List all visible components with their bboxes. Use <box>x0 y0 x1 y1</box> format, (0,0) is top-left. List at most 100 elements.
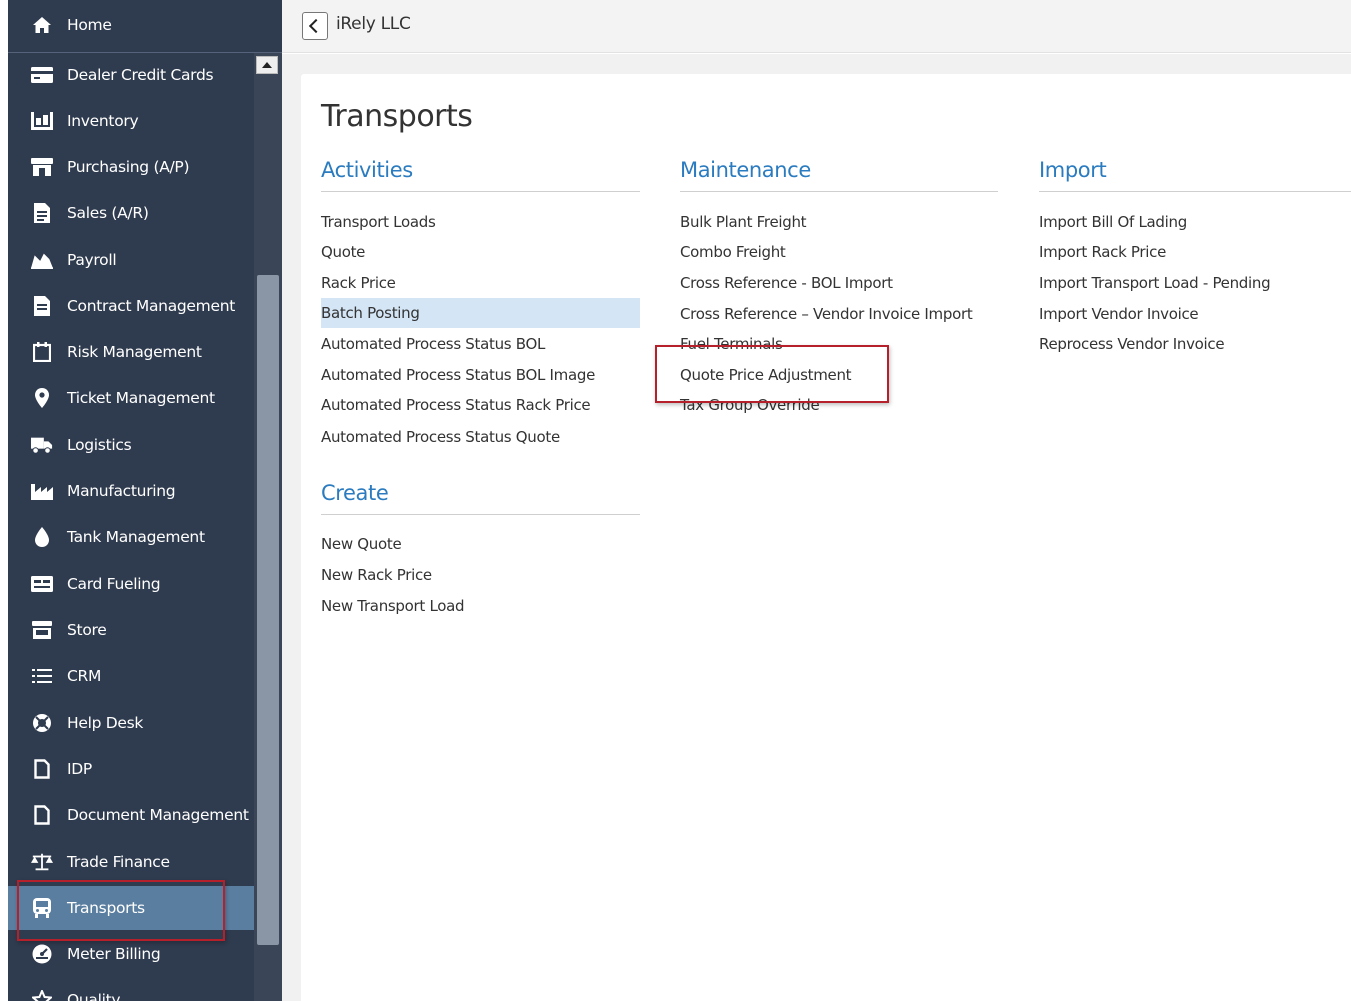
sidebar-item-logistics[interactable]: Logistics <box>8 423 254 467</box>
sidebar-item-inventory[interactable]: Inventory <box>8 99 254 143</box>
store-icon <box>31 619 53 641</box>
back-button[interactable] <box>302 12 328 40</box>
inventory-icon <box>31 110 53 132</box>
sidebar-item-label: Logistics <box>67 436 132 454</box>
drop-icon <box>31 526 53 548</box>
sidebar-item-home[interactable]: Home <box>8 4 282 46</box>
section-title-maintenance: Maintenance <box>680 158 811 182</box>
sidebar-item-card-fueling[interactable]: Card Fueling <box>8 562 254 606</box>
link-automated-process-status-quote[interactable]: Automated Process Status Quote <box>321 426 560 448</box>
list-icon <box>31 665 53 687</box>
file-icon <box>31 758 53 780</box>
link-import-rack-price[interactable]: Import Rack Price <box>1039 241 1166 263</box>
card-fueling-icon <box>31 573 53 595</box>
link-new-rack-price[interactable]: New Rack Price <box>321 564 432 586</box>
section-title-import: Import <box>1039 158 1107 182</box>
scroll-up-arrow-icon[interactable] <box>256 56 278 74</box>
sidebar-item-label: Payroll <box>67 251 117 269</box>
sidebar-item-label: Card Fueling <box>67 575 161 593</box>
credit-card-icon <box>31 64 53 86</box>
link-import-bill-of-lading[interactable]: Import Bill Of Lading <box>1039 211 1187 233</box>
meter-icon <box>31 943 53 965</box>
sidebar-item-label: Contract Management <box>67 297 236 315</box>
highlight-box-quote-price-adjustment <box>655 345 889 403</box>
section-divider <box>680 191 998 192</box>
sidebar-item-dealer-credit-cards[interactable]: Dealer Credit Cards <box>8 53 254 97</box>
link-import-transport-load-pending[interactable]: Import Transport Load - Pending <box>1039 272 1271 294</box>
document-icon <box>31 804 53 826</box>
map-pin-icon <box>31 387 53 409</box>
contract-icon <box>31 295 53 317</box>
section-divider <box>321 191 640 192</box>
sidebar-item-label: CRM <box>67 667 102 685</box>
sidebar-item-label: Manufacturing <box>67 482 176 500</box>
page-title: Transports <box>321 99 473 134</box>
section-divider <box>321 514 640 515</box>
sidebar-item-purchasing[interactable]: Purchasing (A/P) <box>8 145 254 189</box>
sidebar-item-help-desk[interactable]: Help Desk <box>8 701 254 745</box>
sidebar-item-label: Help Desk <box>67 714 144 732</box>
sales-icon <box>31 202 53 224</box>
scrollbar-thumb[interactable] <box>257 275 279 945</box>
link-cross-reference-vendor-invoice-import[interactable]: Cross Reference – Vendor Invoice Import <box>680 303 973 325</box>
link-automated-process-status-bol[interactable]: Automated Process Status BOL <box>321 333 545 355</box>
payroll-icon <box>31 249 53 271</box>
link-new-quote[interactable]: New Quote <box>321 533 402 555</box>
link-rack-price[interactable]: Rack Price <box>321 272 396 294</box>
sidebar-item-label: IDP <box>67 760 92 778</box>
section-title-activities: Activities <box>321 158 413 182</box>
scale-icon <box>31 851 53 873</box>
sidebar-item-label: Meter Billing <box>67 945 161 963</box>
truck-icon <box>31 434 53 456</box>
sidebar-item-label: Purchasing (A/P) <box>67 158 190 176</box>
sidebar-item-document-management[interactable]: Document Management <box>8 793 254 837</box>
link-reprocess-vendor-invoice[interactable]: Reprocess Vendor Invoice <box>1039 333 1225 355</box>
sidebar-item-sales[interactable]: Sales (A/R) <box>8 191 254 235</box>
section-title-create: Create <box>321 481 389 505</box>
sidebar-item-crm[interactable]: CRM <box>8 654 254 698</box>
highlight-box-transports <box>17 880 225 941</box>
content-panel <box>301 74 1351 1001</box>
sidebar-item-manufacturing[interactable]: Manufacturing <box>8 469 254 513</box>
sidebar-item-label: Document Management <box>67 806 249 824</box>
link-import-vendor-invoice[interactable]: Import Vendor Invoice <box>1039 303 1199 325</box>
link-quote[interactable]: Quote <box>321 241 365 263</box>
sidebar-item-contract-management[interactable]: Contract Management <box>8 284 254 328</box>
sidebar-item-trade-finance[interactable]: Trade Finance <box>8 840 254 884</box>
sidebar-item-label: Home <box>67 16 112 34</box>
link-automated-process-status-rack-price[interactable]: Automated Process Status Rack Price <box>321 394 591 416</box>
header-bar: iRely LLC <box>282 0 1351 53</box>
sidebar-item-ticket-management[interactable]: Ticket Management <box>8 376 254 420</box>
link-combo-freight[interactable]: Combo Freight <box>680 241 786 263</box>
sidebar-item-risk-management[interactable]: Risk Management <box>8 330 254 374</box>
lifebuoy-icon <box>31 712 53 734</box>
sidebar: Home Dealer Credit Cards Inventory Purch… <box>0 0 282 1001</box>
sidebar-menu: Dealer Credit Cards Inventory Purchasing… <box>8 53 254 1001</box>
sidebar-item-label: Trade Finance <box>67 853 170 871</box>
star-icon <box>31 989 53 1001</box>
link-transport-loads[interactable]: Transport Loads <box>321 211 436 233</box>
sidebar-item-store[interactable]: Store <box>8 608 254 652</box>
sidebar-item-tank-management[interactable]: Tank Management <box>8 515 254 559</box>
link-automated-process-status-bol-image[interactable]: Automated Process Status BOL Image <box>321 364 595 386</box>
link-bulk-plant-freight[interactable]: Bulk Plant Freight <box>680 211 807 233</box>
sidebar-item-label: Ticket Management <box>67 389 215 407</box>
sidebar-item-label: Quality <box>67 991 121 1001</box>
link-batch-posting[interactable]: Batch Posting <box>321 298 640 328</box>
sidebar-item-payroll[interactable]: Payroll <box>8 238 254 282</box>
sidebar-scrollbar[interactable] <box>254 53 282 1001</box>
sidebar-item-quality[interactable]: Quality <box>8 978 254 1001</box>
sidebar-item-label: Store <box>67 621 107 639</box>
company-name: iRely LLC <box>336 14 411 34</box>
sidebar-item-label: Tank Management <box>67 528 205 546</box>
link-new-transport-load[interactable]: New Transport Load <box>321 595 465 617</box>
risk-icon <box>31 341 53 363</box>
sidebar-item-label: Inventory <box>67 112 139 130</box>
sidebar-item-idp[interactable]: IDP <box>8 747 254 791</box>
purchasing-icon <box>31 156 53 178</box>
sidebar-home-area: Home <box>8 0 282 53</box>
section-divider <box>1039 191 1351 192</box>
sidebar-item-label: Sales (A/R) <box>67 204 149 222</box>
factory-icon <box>31 480 53 502</box>
link-cross-reference-bol-import[interactable]: Cross Reference - BOL Import <box>680 272 893 294</box>
